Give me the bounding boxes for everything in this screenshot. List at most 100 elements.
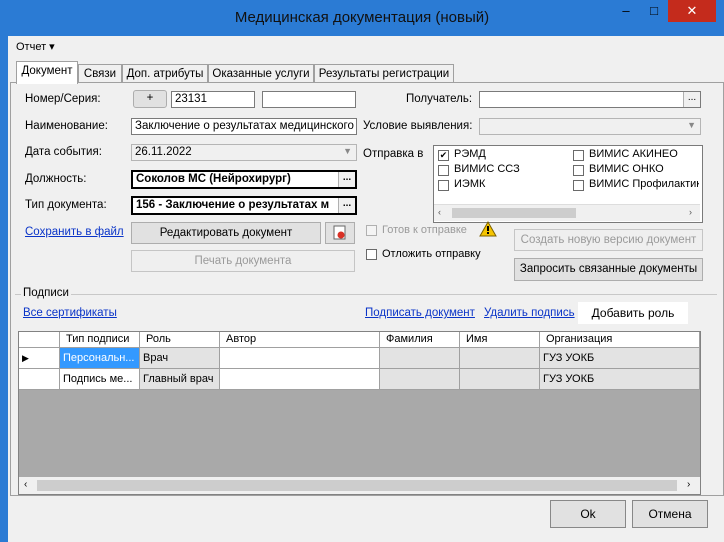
warning-icon xyxy=(479,221,497,237)
ready-to-send-label: Готов к отправке xyxy=(382,224,467,236)
minimize-button[interactable]: ‒ xyxy=(612,0,640,22)
send-target-vimis-onko: ВИМИС ОНКО xyxy=(589,163,664,175)
checkbox-iemk[interactable] xyxy=(438,180,449,191)
grid-cell-signature-type[interactable]: Персональн... xyxy=(60,348,140,369)
position-picker-button[interactable]: ... xyxy=(338,172,355,187)
scroll-right-icon[interactable]: › xyxy=(687,479,690,490)
request-related-button[interactable]: Запросить связанные документы xyxy=(514,258,703,281)
name-label: Наименование: xyxy=(25,120,108,132)
column-header-author[interactable]: Автор xyxy=(220,332,380,348)
send-to-label: Отправка в xyxy=(363,148,424,160)
column-header-role[interactable]: Роль xyxy=(140,332,220,348)
column-header-surname[interactable]: Фамилия xyxy=(380,332,460,348)
doc-type-field[interactable]: 156 - Заключение о результатах м ... xyxy=(131,196,357,215)
current-row-arrow-icon: ▶ xyxy=(22,353,29,363)
position-label: Должность: xyxy=(25,173,87,185)
doc-type-picker-button[interactable]: ... xyxy=(338,198,355,213)
grid-cell-signature-type[interactable]: Подпись ме... xyxy=(60,369,140,390)
checkbox-remd[interactable]: ✔ xyxy=(438,150,449,161)
column-header-organization[interactable]: Организация xyxy=(540,332,700,348)
grid-cell-surname[interactable] xyxy=(380,369,460,390)
dropdown-arrow-icon: ▼ xyxy=(343,146,352,156)
row-selector[interactable] xyxy=(19,369,60,390)
grid-cell-surname[interactable] xyxy=(380,348,460,369)
detection-condition-label: Условие выявления: xyxy=(363,120,473,132)
column-header-first-name[interactable]: Имя xyxy=(460,332,540,348)
create-new-version-button[interactable]: Создать новую версию документ xyxy=(514,229,703,251)
position-field[interactable]: Соколов МС (Нейрохирург) ... xyxy=(131,170,357,189)
recipient-field[interactable]: ... xyxy=(479,91,701,108)
add-number-button[interactable]: + xyxy=(133,90,167,108)
event-date-field[interactable]: 26.11.2022 ▼ xyxy=(131,144,357,161)
recipient-picker-button[interactable]: ... xyxy=(683,92,700,107)
scroll-right-icon[interactable]: › xyxy=(689,207,692,217)
name-input[interactable]: Заключение о результатах медицинского о xyxy=(131,118,357,135)
dialog-body: Отчет ▾ Документ Связи Доп. атрибуты Ока… xyxy=(8,36,724,542)
pdf-document-icon xyxy=(333,225,346,240)
all-certificates-link[interactable]: Все сертификаты xyxy=(23,307,117,319)
checkbox-vimis-onko[interactable] xyxy=(573,165,584,176)
sign-document-link[interactable]: Подписать документ xyxy=(365,307,475,319)
tab-links[interactable]: Связи xyxy=(78,64,122,83)
menu-report[interactable]: Отчет ▾ xyxy=(16,40,55,53)
tab-services[interactable]: Оказанные услуги xyxy=(208,64,314,83)
checkbox-vimis-akineo[interactable] xyxy=(573,150,584,161)
menu-bar: Отчет ▾ xyxy=(8,36,724,56)
send-target-remd: РЭМД xyxy=(454,148,486,160)
signed-pdf-button[interactable] xyxy=(325,222,355,244)
grid-cell-author[interactable] xyxy=(220,348,380,369)
maximize-button[interactable]: □ xyxy=(640,0,668,22)
ready-to-send-checkbox[interactable] xyxy=(366,225,377,236)
postpone-send-label: Отложить отправку xyxy=(382,248,481,260)
grid-cell-organization[interactable]: ГУЗ УОКБ xyxy=(540,348,700,369)
send-targets-list[interactable]: ✔ РЭМД ВИМИС АКИНЕО ВИМИС ССЗ ВИМИС ОНКО… xyxy=(433,145,703,223)
delete-signature-link[interactable]: Удалить подпись xyxy=(484,307,575,319)
send-target-vimis-prevention: ВИМИС Профилактика xyxy=(589,178,699,190)
grid-cell-role[interactable]: Врач xyxy=(140,348,220,369)
checkbox-vimis-prevention[interactable] xyxy=(573,180,584,191)
signatures-grid[interactable]: Тип подписи Роль Автор Фамилия Имя Орган… xyxy=(18,331,701,495)
tab-registration-results[interactable]: Результаты регистрации xyxy=(314,64,454,83)
detection-condition-field[interactable]: ▼ xyxy=(479,118,701,135)
event-date-value: 26.11.2022 xyxy=(135,146,192,158)
row-selector-current[interactable]: ▶ xyxy=(19,348,60,369)
doc-type-label: Тип документа: xyxy=(25,199,107,211)
grid-cell-role[interactable]: Главный врач xyxy=(140,369,220,390)
title-bar[interactable]: Медицинская документация (новый) ‒ □ ✕ xyxy=(0,0,724,36)
cancel-button[interactable]: Отмена xyxy=(632,500,708,528)
grid-cell-author[interactable] xyxy=(220,369,380,390)
doc-type-value: 156 - Заключение о результатах м xyxy=(136,199,330,211)
grid-horizontal-scrollbar[interactable]: ‹ › xyxy=(19,477,700,494)
scroll-left-icon[interactable]: ‹ xyxy=(438,207,441,217)
scroll-left-icon[interactable]: ‹ xyxy=(24,479,27,490)
grid-scroll-thumb[interactable] xyxy=(37,480,677,491)
number-label: Номер/Серия: xyxy=(25,93,101,105)
number-input[interactable]: 23131 xyxy=(171,91,255,108)
scroll-thumb[interactable] xyxy=(452,208,576,218)
recipient-label: Получатель: xyxy=(406,93,473,105)
tab-extra-attributes[interactable]: Доп. атрибуты xyxy=(122,64,208,83)
position-value: Соколов МС (Нейрохирург) xyxy=(136,173,291,185)
grid-cell-organization[interactable]: ГУЗ УОКБ xyxy=(540,369,700,390)
close-button[interactable]: ✕ xyxy=(668,0,716,22)
save-to-file-link[interactable]: Сохранить в файл xyxy=(25,226,124,238)
send-targets-scrollbar[interactable]: ‹ › xyxy=(434,204,700,221)
add-role-button[interactable]: Добавить роль xyxy=(578,302,688,324)
dropdown-arrow-icon: ▼ xyxy=(687,120,696,130)
event-date-label: Дата события: xyxy=(25,146,102,158)
tab-document[interactable]: Документ xyxy=(16,61,78,84)
edit-document-button[interactable]: Редактировать документ xyxy=(131,222,321,244)
series-input[interactable] xyxy=(262,91,356,108)
print-document-button[interactable]: Печать документа xyxy=(131,250,355,272)
send-target-vimis-akineo: ВИМИС АКИНЕО xyxy=(589,148,678,160)
grid-cell-first-name[interactable] xyxy=(460,348,540,369)
signatures-group-label: Подписи xyxy=(21,287,71,299)
send-target-iemk: ИЭМК xyxy=(454,178,486,190)
grid-cell-first-name[interactable] xyxy=(460,369,540,390)
send-target-vimis-ssz: ВИМИС ССЗ xyxy=(454,163,520,175)
grid-row-header-corner xyxy=(19,332,60,348)
ok-button[interactable]: Ok xyxy=(550,500,626,528)
column-header-signature-type[interactable]: Тип подписи xyxy=(60,332,140,348)
postpone-send-checkbox[interactable] xyxy=(366,249,377,260)
checkbox-vimis-ssz[interactable] xyxy=(438,165,449,176)
